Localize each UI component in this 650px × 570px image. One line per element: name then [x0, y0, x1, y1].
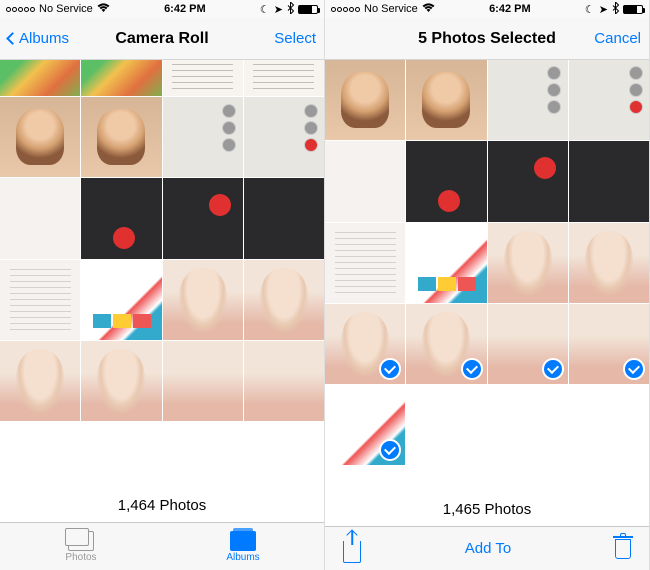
- battery-icon: [298, 5, 318, 14]
- photo-thumbnail[interactable]: [163, 97, 243, 177]
- moon-icon: ☾: [260, 3, 270, 16]
- photo-thumbnail[interactable]: [0, 60, 80, 96]
- photo-thumbnail[interactable]: [163, 178, 243, 258]
- photo-thumbnail[interactable]: [163, 60, 243, 96]
- photo-thumbnail[interactable]: [163, 341, 243, 421]
- tab-photos[interactable]: Photos: [0, 523, 162, 570]
- photo-thumbnail[interactable]: [406, 60, 486, 140]
- photo-thumbnail[interactable]: [406, 141, 486, 221]
- photo-thumbnail[interactable]: [488, 385, 568, 465]
- photo-thumbnail[interactable]: [569, 304, 649, 384]
- photo-thumbnail[interactable]: [488, 141, 568, 221]
- photo-thumbnail[interactable]: [406, 223, 486, 303]
- photo-count: 1,464 Photos: [0, 487, 324, 522]
- photo-thumbnail[interactable]: [244, 260, 324, 340]
- photo-thumbnail[interactable]: [0, 178, 80, 258]
- photo-thumbnail[interactable]: [406, 304, 486, 384]
- screen-select: No Service 6:42 PM ☾ ➤ 5 Photos Selected…: [325, 0, 650, 570]
- selection-toolbar: Add To: [325, 526, 649, 570]
- status-bar: No Service 6:42 PM ☾ ➤: [325, 0, 649, 18]
- carrier-label: No Service: [364, 3, 418, 15]
- select-button[interactable]: Select: [274, 30, 316, 47]
- photo-thumbnail[interactable]: [0, 260, 80, 340]
- moon-icon: ☾: [585, 3, 595, 16]
- photo-thumbnail[interactable]: [81, 260, 161, 340]
- photo-thumbnail[interactable]: [325, 60, 405, 140]
- photo-thumbnail[interactable]: [244, 97, 324, 177]
- wifi-icon: [422, 3, 435, 16]
- share-icon: [343, 541, 361, 563]
- delete-button[interactable]: [615, 539, 631, 559]
- photo-grid[interactable]: [0, 60, 324, 487]
- photo-thumbnail[interactable]: [163, 260, 243, 340]
- check-icon: [461, 358, 483, 380]
- addto-button[interactable]: Add To: [465, 540, 511, 557]
- bluetooth-icon: [287, 2, 294, 17]
- photo-thumbnail[interactable]: [569, 223, 649, 303]
- photo-thumbnail[interactable]: [244, 178, 324, 258]
- photo-thumbnail[interactable]: [81, 178, 161, 258]
- signal-icon: [6, 7, 35, 12]
- albums-icon: [230, 531, 256, 551]
- photo-thumbnail[interactable]: [81, 341, 161, 421]
- wifi-icon: [97, 3, 110, 16]
- check-icon: [379, 439, 401, 461]
- photo-thumbnail[interactable]: [488, 223, 568, 303]
- photo-thumbnail[interactable]: [569, 385, 649, 465]
- check-icon: [379, 358, 401, 380]
- photo-thumbnail[interactable]: [244, 341, 324, 421]
- bluetooth-icon: [612, 2, 619, 17]
- back-label: Albums: [19, 30, 69, 47]
- nav-bar: Albums Camera Roll Select: [0, 18, 324, 60]
- photo-thumbnail[interactable]: [81, 97, 161, 177]
- photo-thumbnail[interactable]: [569, 141, 649, 221]
- trash-icon: [615, 539, 631, 559]
- chevron-left-icon: [6, 32, 19, 45]
- check-icon: [623, 358, 645, 380]
- cancel-button[interactable]: Cancel: [594, 30, 641, 47]
- photo-thumbnail[interactable]: [325, 304, 405, 384]
- share-button[interactable]: [343, 535, 361, 563]
- photo-thumbnail[interactable]: [0, 97, 80, 177]
- clock: 6:42 PM: [489, 3, 531, 15]
- photo-thumbnail[interactable]: [0, 341, 80, 421]
- location-icon: ➤: [274, 3, 283, 16]
- photo-thumbnail[interactable]: [244, 60, 324, 96]
- photo-thumbnail[interactable]: [325, 141, 405, 221]
- signal-icon: [331, 7, 360, 12]
- tab-albums[interactable]: Albums: [162, 523, 324, 570]
- photo-thumbnail[interactable]: [325, 385, 405, 465]
- photo-thumbnail[interactable]: [325, 223, 405, 303]
- status-bar: No Service 6:42 PM ☾ ➤: [0, 0, 324, 18]
- photo-count: 1,465 Photos: [325, 491, 649, 526]
- photo-thumbnail[interactable]: [488, 304, 568, 384]
- photos-icon: [68, 531, 94, 551]
- carrier-label: No Service: [39, 3, 93, 15]
- tab-label: Albums: [226, 552, 259, 563]
- tab-bar: Photos Albums: [0, 522, 324, 570]
- photo-grid[interactable]: [325, 60, 649, 491]
- location-icon: ➤: [599, 3, 608, 16]
- back-button[interactable]: Albums: [8, 30, 69, 47]
- battery-icon: [623, 5, 643, 14]
- photo-thumbnail[interactable]: [488, 60, 568, 140]
- nav-bar: 5 Photos Selected Cancel: [325, 18, 649, 60]
- photo-thumbnail[interactable]: [569, 60, 649, 140]
- tab-label: Photos: [65, 552, 96, 563]
- screen-browse: No Service 6:42 PM ☾ ➤ Albums Camera Rol…: [0, 0, 325, 570]
- photo-thumbnail[interactable]: [81, 60, 161, 96]
- clock: 6:42 PM: [164, 3, 206, 15]
- photo-thumbnail[interactable]: [406, 385, 486, 465]
- check-icon: [542, 358, 564, 380]
